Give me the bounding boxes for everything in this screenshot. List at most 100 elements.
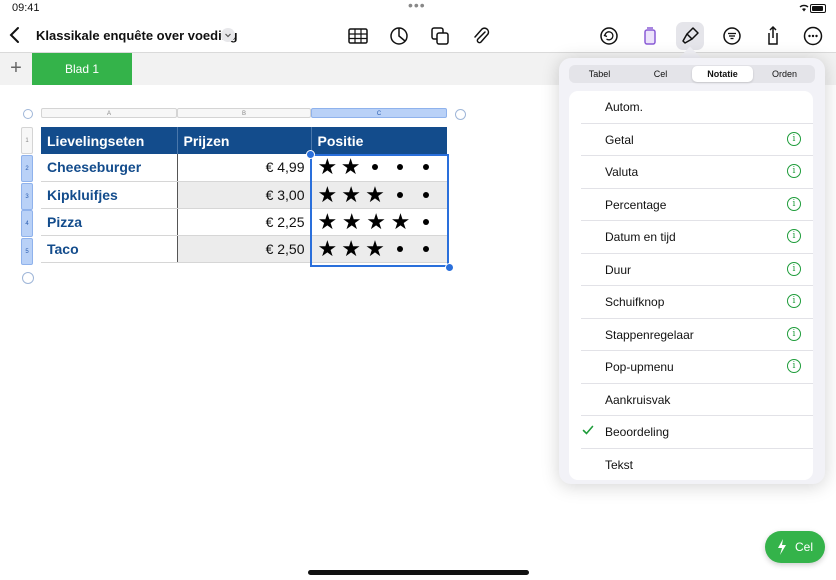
column-header-c[interactable]: C: [311, 108, 447, 118]
cell-price[interactable]: € 2,25: [176, 208, 312, 236]
star-filled-icon[interactable]: ★: [366, 210, 386, 233]
tab-orden[interactable]: Orden: [754, 65, 815, 83]
lightning-icon: [778, 539, 786, 555]
info-icon[interactable]: i: [787, 294, 801, 308]
cell-price[interactable]: € 3,00: [176, 181, 312, 209]
table-row: Kipkluifjes € 3,00 ★ ★ ★: [41, 181, 447, 209]
format-option-list: Autom. Getal i Valuta i Percentage i Datum en t…: [569, 91, 813, 480]
format-option-label: Schuifknop: [605, 295, 665, 309]
star-filled-icon[interactable]: ★: [365, 237, 385, 260]
format-option-label: Aankruisvak: [605, 392, 671, 407]
info-icon[interactable]: i: [787, 164, 801, 178]
format-option-datum-en-tijd[interactable]: Datum en tijd i: [581, 221, 813, 254]
column-resize-handle[interactable]: [455, 109, 466, 120]
star-filled-icon[interactable]: ★: [318, 156, 338, 178]
format-option-valuta[interactable]: Valuta i: [581, 156, 813, 189]
star-empty-dot[interactable]: [422, 245, 429, 252]
document-icon[interactable]: [639, 25, 661, 47]
row-resize-handle[interactable]: [22, 272, 34, 284]
chart-icon[interactable]: [388, 25, 410, 47]
cell-price[interactable]: € 4,99: [176, 154, 312, 182]
star-empty-dot[interactable]: [396, 245, 403, 252]
format-option-duur[interactable]: Duur i: [581, 254, 813, 286]
cell-item[interactable]: Cheeseburger: [41, 154, 177, 182]
paperclip-icon[interactable]: [470, 25, 492, 47]
row-header-3[interactable]: 3: [21, 183, 33, 210]
format-option-getal[interactable]: Getal i: [581, 124, 813, 156]
format-option-tekst[interactable]: Tekst: [581, 449, 813, 481]
cell-price[interactable]: € 2,50: [176, 235, 312, 263]
row-header-5[interactable]: 5: [21, 238, 33, 265]
format-option-stappenregelaar[interactable]: Stappenregelaar i: [581, 319, 813, 351]
format-option-percentage[interactable]: Percentage i: [581, 189, 813, 221]
cell-rating[interactable]: ★ ★ ★: [311, 181, 447, 209]
selection-handle-top[interactable]: [306, 150, 315, 159]
undo-icon[interactable]: [598, 25, 620, 47]
column-header-a[interactable]: A: [41, 108, 177, 118]
tab-cel[interactable]: Cel: [630, 65, 691, 83]
star-rating[interactable]: ★ ★ ★: [318, 237, 442, 260]
back-chevron-icon[interactable]: [6, 24, 24, 46]
info-icon[interactable]: i: [787, 261, 801, 276]
organize-icon[interactable]: [721, 25, 743, 47]
star-filled-icon[interactable]: ★: [341, 156, 361, 178]
add-sheet-button[interactable]: +: [6, 57, 26, 80]
star-filled-icon[interactable]: ★: [365, 183, 385, 206]
star-filled-icon[interactable]: ★: [318, 237, 338, 260]
star-empty-dot[interactable]: [397, 164, 404, 171]
star-rating[interactable]: ★ ★ ★ ★: [318, 210, 442, 233]
row-header-2[interactable]: 2: [21, 155, 33, 182]
cell-action-button[interactable]: Cel: [765, 531, 825, 563]
home-indicator[interactable]: [308, 570, 529, 575]
document-title[interactable]: Klassikale enquête over voeding: [36, 28, 238, 43]
star-rating[interactable]: ★ ★: [318, 156, 442, 178]
format-option-autom-[interactable]: Autom.: [581, 91, 813, 124]
star-rating[interactable]: ★ ★ ★: [318, 183, 442, 206]
star-filled-icon[interactable]: ★: [391, 210, 411, 233]
star-empty-dot[interactable]: [423, 218, 429, 225]
selection-handle-bottom[interactable]: [445, 263, 454, 272]
info-icon[interactable]: i: [787, 196, 801, 211]
share-icon[interactable]: [762, 25, 784, 47]
format-option-schuifknop[interactable]: Schuifknop i: [581, 286, 813, 319]
format-option-aankruisvak[interactable]: Aankruisvak: [581, 384, 813, 416]
cell-rating[interactable]: ★ ★: [311, 154, 447, 182]
format-option-label: Datum en tijd: [605, 230, 676, 244]
star-filled-icon[interactable]: ★: [342, 210, 362, 233]
cell-item[interactable]: Pizza: [41, 208, 177, 236]
info-icon[interactable]: i: [787, 359, 801, 373]
star-empty-dot[interactable]: [396, 191, 403, 198]
star-filled-icon[interactable]: ★: [341, 237, 361, 260]
star-empty-dot[interactable]: [422, 191, 429, 198]
shapes-icon[interactable]: [429, 25, 451, 47]
cell-rating[interactable]: ★ ★ ★ ★: [311, 208, 447, 236]
row-header-4[interactable]: 4: [21, 210, 33, 237]
star-filled-icon[interactable]: ★: [318, 210, 338, 233]
star-empty-dot[interactable]: [371, 164, 378, 171]
info-icon[interactable]: i: [787, 229, 801, 243]
column-header-b[interactable]: B: [177, 108, 311, 118]
table-select-handle[interactable]: [23, 109, 33, 119]
cell-rating[interactable]: ★ ★ ★: [311, 235, 447, 263]
header-cell-prijzen[interactable]: Prijzen: [176, 127, 312, 154]
tab-tabel[interactable]: Tabel: [569, 65, 630, 83]
chevron-down-icon[interactable]: [221, 28, 235, 42]
more-icon[interactable]: [802, 25, 824, 47]
table-icon[interactable]: [347, 25, 369, 47]
format-option-pop-upmenu[interactable]: Pop-upmenu i: [581, 351, 813, 384]
cell-item[interactable]: Kipkluifjes: [41, 181, 177, 209]
star-empty-dot[interactable]: [422, 164, 429, 171]
header-cell-positie[interactable]: Positie: [311, 127, 447, 154]
info-icon[interactable]: i: [787, 131, 801, 146]
star-filled-icon[interactable]: ★: [318, 183, 338, 206]
info-icon[interactable]: i: [787, 326, 801, 341]
sheet-tab-blad-1[interactable]: Blad 1: [32, 53, 132, 85]
format-option-beoordeling[interactable]: Beoordeling: [581, 416, 813, 449]
header-cell-lievelingseten[interactable]: Lievelingseten: [41, 127, 177, 154]
star-filled-icon[interactable]: ★: [341, 183, 361, 206]
row-header-1[interactable]: 1: [21, 127, 33, 154]
multitasking-dots[interactable]: •••: [408, 0, 426, 13]
tab-notatie[interactable]: Notatie: [692, 66, 753, 82]
format-option-label: Stappenregelaar: [605, 327, 694, 342]
cell-item[interactable]: Taco: [41, 235, 177, 263]
